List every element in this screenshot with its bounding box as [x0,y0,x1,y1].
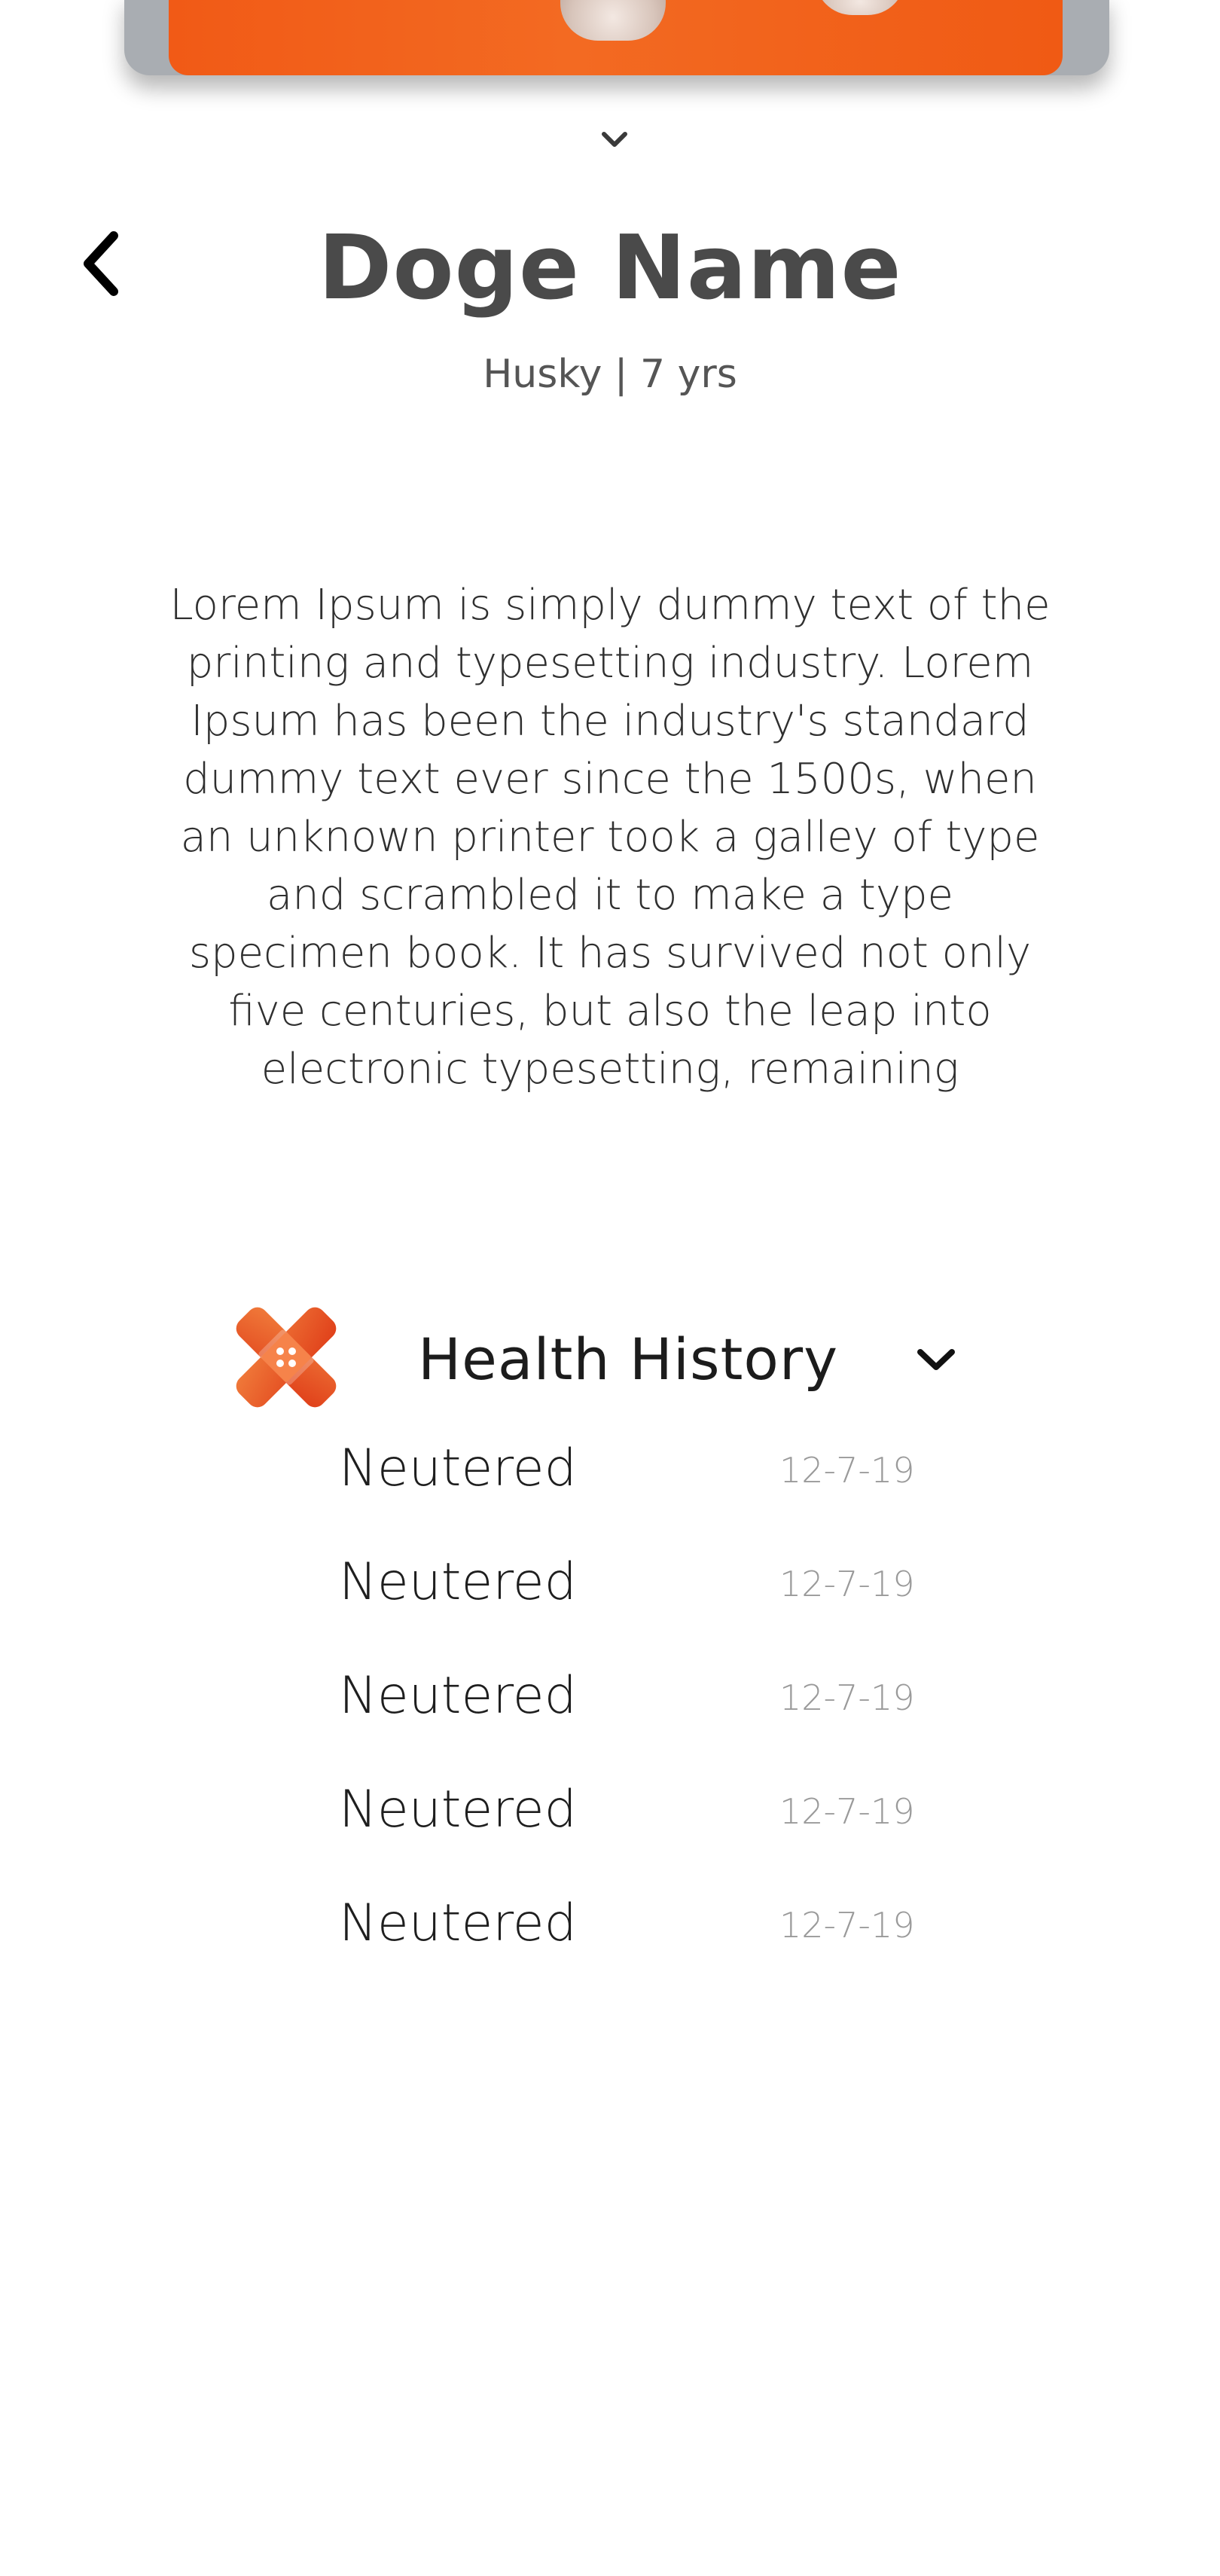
collapse-chevron-icon[interactable] [599,128,630,151]
history-item-date: 12-7-19 [779,1450,915,1491]
history-item-date: 12-7-19 [779,1905,915,1946]
pet-photo-card [124,0,1109,75]
list-item: Neutered 12-7-19 [339,1549,941,1662]
list-item: Neutered 12-7-19 [339,1435,941,1549]
dog-paw-right [815,0,905,15]
history-item-date: 12-7-19 [779,1677,915,1718]
pet-photo [169,0,1063,75]
history-item-label: Neutered [339,1666,577,1726]
pet-description: Lorem Ipsum is simply dummy text of the … [169,581,1051,1094]
health-history-list: Neutered 12-7-19 Neutered 12-7-19 Neuter… [339,1435,941,2004]
page-title: Doge Name [318,215,902,319]
health-history-title: Health History [418,1326,839,1393]
history-item-date: 12-7-19 [779,1564,915,1604]
list-item: Neutered 12-7-19 [339,1890,941,2004]
history-item-date: 12-7-19 [779,1791,915,1832]
dog-paw-left [560,0,666,41]
list-item: Neutered 12-7-19 [339,1662,941,1776]
history-item-label: Neutered [339,1552,577,1612]
bandage-icon [236,1307,337,1408]
history-item-label: Neutered [339,1439,577,1498]
chevron-down-icon[interactable] [910,1337,962,1382]
history-item-label: Neutered [339,1894,577,1953]
list-item: Neutered 12-7-19 [339,1776,941,1890]
pet-breed-age: Husky | 7 yrs [483,352,737,397]
health-history-header[interactable]: Health History [226,1303,994,1416]
history-item-label: Neutered [339,1780,577,1839]
